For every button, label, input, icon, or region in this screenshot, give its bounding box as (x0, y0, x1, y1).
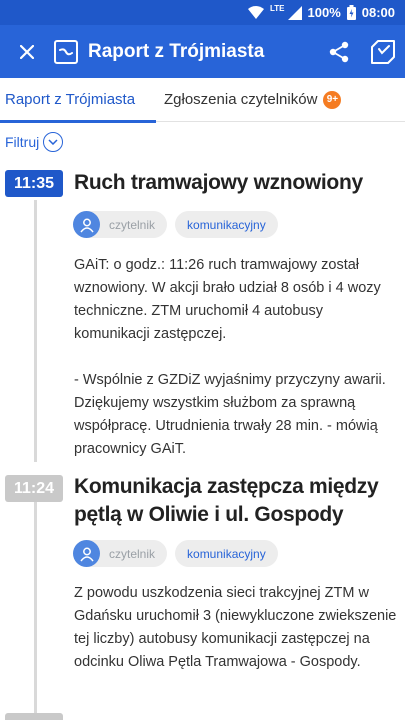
filter-button[interactable]: Filtruj (5, 132, 64, 152)
author-name: czytelnik (109, 217, 156, 232)
tab-bar: Raport z Trójmiasta Zgłoszenia czytelnik… (0, 78, 405, 123)
logo-icon (54, 39, 78, 64)
battery-icon (346, 5, 356, 20)
filter-label: Filtruj (5, 134, 40, 150)
post-tags: czytelnik komunikacyjny (73, 211, 278, 238)
battery-percent: 100% (307, 5, 341, 20)
status-bar: LTE 100% 08:00 (0, 0, 405, 25)
tab-label: Zgłoszenia czytelników (164, 91, 318, 108)
post-title[interactable]: Komunikacja zastępcza między pętlą w Oli… (74, 473, 394, 529)
post-body: GAiT: o godz.: 11:26 ruch tramwajowy zos… (74, 257, 386, 457)
author-chip[interactable]: czytelnik (73, 540, 168, 567)
network-type: LTE (269, 3, 285, 13)
app-bar: Raport z Trójmiasta (0, 25, 405, 78)
category-label: komunikacyjny (187, 217, 266, 232)
post-title[interactable]: Ruch tramwajowy wznowiony (74, 169, 394, 197)
close-icon (20, 44, 34, 59)
wifi-icon (247, 6, 264, 19)
tab-label: Raport z Trójmiasta (5, 91, 136, 108)
timeline-line (34, 200, 37, 462)
user-icon (79, 218, 94, 232)
post-time-partial (5, 713, 63, 720)
close-button[interactable] (0, 25, 54, 78)
share-icon (329, 41, 349, 62)
page-title: Raport z Trójmiasta (88, 40, 265, 62)
tab-zgloszenia[interactable]: Zgłoszenia czytelników 9+ (156, 78, 342, 122)
tab-raport[interactable]: Raport z Trójmiasta (0, 78, 156, 123)
bookmark-icon (371, 39, 395, 64)
user-icon (79, 547, 94, 561)
chevron-down-icon (43, 132, 64, 152)
post-time: 11:24 (5, 475, 63, 502)
notification-badge: 9+ (323, 90, 342, 109)
clock: 08:00 (361, 5, 395, 20)
category-chip[interactable]: komunikacyjny (175, 540, 278, 567)
bookmark-button[interactable] (361, 25, 405, 78)
author-name: czytelnik (109, 546, 156, 561)
category-label: komunikacyjny (187, 546, 266, 561)
author-chip[interactable]: czytelnik (73, 211, 168, 238)
signal-icon (287, 5, 302, 20)
share-button[interactable] (317, 25, 361, 78)
post-time: 11:35 (5, 170, 63, 197)
timeline-line (34, 502, 37, 720)
post-body: Z powodu uszkodzenia sieci trakcyjnej ZT… (74, 585, 397, 670)
post-tags: czytelnik komunikacyjny (73, 540, 278, 567)
category-chip[interactable]: komunikacyjny (175, 211, 278, 238)
avatar (73, 211, 100, 238)
avatar (73, 540, 100, 567)
